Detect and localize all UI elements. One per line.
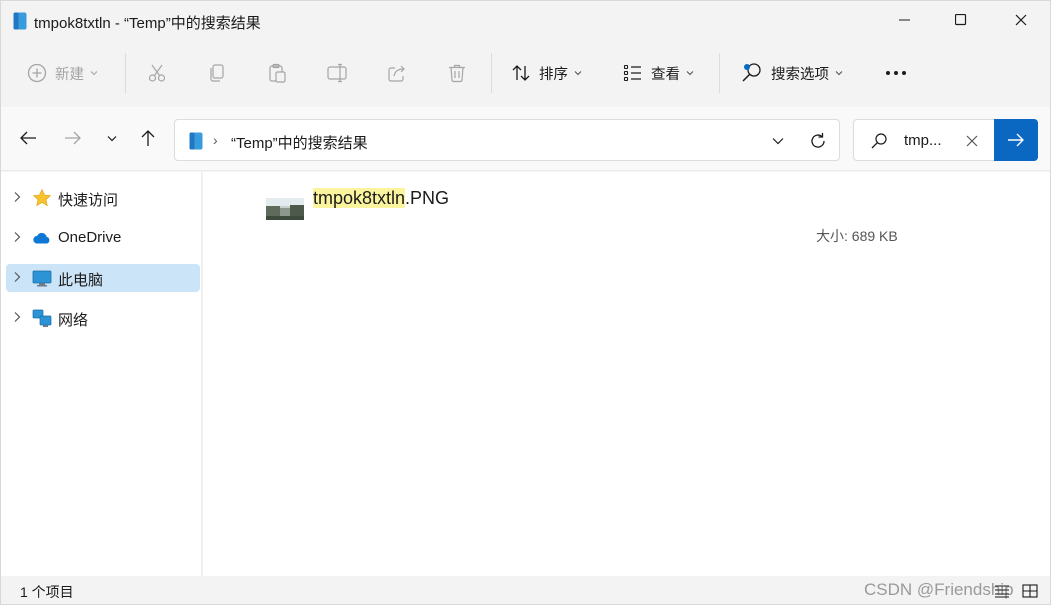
sidebar-item-network[interactable]: 网络 — [6, 304, 200, 332]
sidebar-item-quick-access[interactable]: 快速访问 — [6, 184, 200, 212]
search-icon — [871, 133, 887, 149]
delete-button[interactable] — [447, 53, 467, 93]
paste-icon — [269, 63, 286, 83]
sort-icon — [512, 65, 530, 81]
chevron-down-icon — [90, 71, 98, 76]
search-results-icon — [13, 12, 27, 30]
more-icon — [886, 71, 906, 75]
chevron-down-icon — [772, 138, 784, 145]
chevron-right-icon — [14, 232, 21, 242]
plus-circle-icon — [27, 63, 47, 83]
sidebar-item-label: 此电脑 — [58, 272, 104, 289]
search-input[interactable]: tmp... — [853, 119, 995, 161]
cut-icon — [148, 64, 166, 82]
rename-button[interactable] — [327, 53, 349, 93]
chevron-down-icon — [574, 71, 582, 76]
search-query: tmp... — [904, 132, 942, 149]
up-button[interactable] — [133, 123, 163, 153]
chevron-down-icon — [107, 135, 117, 141]
close-icon — [966, 135, 978, 147]
sort-label: 排序 — [539, 66, 568, 83]
search-results-pane: tmpok8txtln.PNG 大小: 689 KB — [203, 172, 1050, 576]
watermark: CSDN @Friendship — [864, 580, 1014, 599]
network-icon — [32, 309, 52, 327]
view-list-icon — [623, 64, 641, 82]
search-match-highlight: tmpok8txtln — [313, 188, 406, 208]
share-icon — [388, 65, 405, 82]
rename-icon — [327, 63, 347, 83]
image-thumbnail — [266, 198, 304, 220]
list-item[interactable]: tmpok8txtln.PNG 大小: 689 KB — [261, 184, 898, 244]
back-button[interactable] — [13, 123, 43, 153]
file-name: tmpok8txtln.PNG — [313, 188, 449, 209]
more-button[interactable] — [885, 53, 907, 93]
sidebar-item-label: 快速访问 — [58, 192, 119, 209]
copy-icon — [210, 64, 224, 82]
item-count: 1 个项目 — [20, 584, 74, 600]
separator — [719, 53, 720, 93]
minimize-button[interactable] — [882, 1, 928, 39]
refresh-icon — [811, 133, 825, 148]
navigation-pane: 快速访问 OneDrive 此电脑 网络 — [1, 172, 202, 576]
chevron-right-icon — [14, 192, 21, 202]
sidebar-item-onedrive[interactable]: OneDrive — [6, 224, 200, 252]
copy-button[interactable] — [207, 53, 227, 93]
star-icon — [32, 188, 52, 207]
close-icon — [1015, 14, 1027, 26]
file-size: 大小: 689 KB — [816, 228, 898, 244]
status-bar: 1 个项目 CSDN @Friendship — [1, 576, 1050, 604]
search-options-label: 搜索选项 — [771, 66, 829, 83]
search-results-icon — [189, 132, 203, 150]
new-button[interactable]: 新建 — [27, 53, 98, 93]
view-label: 查看 — [651, 66, 680, 83]
tiles-view-icon[interactable] — [1022, 584, 1038, 598]
sort-button[interactable]: 排序 — [511, 53, 582, 93]
address-row: › “Temp”中的搜索结果 tmp... — [1, 107, 1050, 171]
explorer-window: tmpok8txtln - “Temp”中的搜索结果 新建 排序 查看 搜索选项… — [0, 0, 1051, 605]
arrow-left-icon — [20, 131, 36, 145]
sidebar-item-label: 网络 — [58, 312, 89, 329]
arrow-up-icon — [141, 130, 155, 146]
chevron-right-icon — [14, 272, 21, 282]
clear-search-button[interactable] — [962, 131, 982, 151]
arrow-right-icon — [65, 131, 81, 145]
sidebar-item-this-pc[interactable]: 此电脑 — [6, 264, 200, 292]
cut-button[interactable] — [147, 53, 167, 93]
chevron-down-icon — [835, 71, 843, 76]
arrow-right-icon — [1008, 133, 1024, 147]
maximize-button[interactable] — [938, 1, 984, 39]
search-submit-button[interactable] — [994, 119, 1038, 161]
forward-button[interactable] — [58, 123, 88, 153]
maximize-icon — [955, 14, 967, 26]
title-bar: tmpok8txtln - “Temp”中的搜索结果 — [1, 1, 1050, 39]
cloud-icon — [33, 233, 50, 244]
share-button[interactable] — [387, 53, 407, 93]
recent-locations-button[interactable] — [97, 123, 127, 153]
minimize-icon — [899, 19, 910, 21]
sidebar-item-label: OneDrive — [58, 229, 122, 246]
monitor-icon — [32, 270, 52, 287]
window-title: tmpok8txtln - “Temp”中的搜索结果 — [34, 15, 261, 32]
search-options-icon — [742, 63, 761, 82]
chevron-down-icon — [686, 71, 694, 76]
delete-icon — [449, 64, 465, 83]
separator — [125, 53, 126, 93]
close-button[interactable] — [998, 1, 1044, 39]
separator — [491, 53, 492, 93]
view-button[interactable]: 查看 — [623, 53, 694, 93]
new-label: 新建 — [55, 66, 84, 83]
address-dropdown-button[interactable] — [765, 128, 791, 154]
search-options-button[interactable]: 搜索选项 — [741, 53, 843, 93]
refresh-button[interactable] — [803, 128, 833, 154]
breadcrumb-chevron-icon: › — [213, 132, 218, 148]
chevron-right-icon — [14, 312, 21, 322]
command-bar: 新建 排序 查看 搜索选项 — [1, 39, 1050, 107]
address-bar[interactable]: › “Temp”中的搜索结果 — [174, 119, 840, 161]
file-extension: .PNG — [405, 188, 450, 208]
details-view-icon[interactable] — [994, 584, 1010, 598]
paste-button[interactable] — [267, 53, 287, 93]
breadcrumb[interactable]: “Temp”中的搜索结果 — [231, 132, 368, 153]
